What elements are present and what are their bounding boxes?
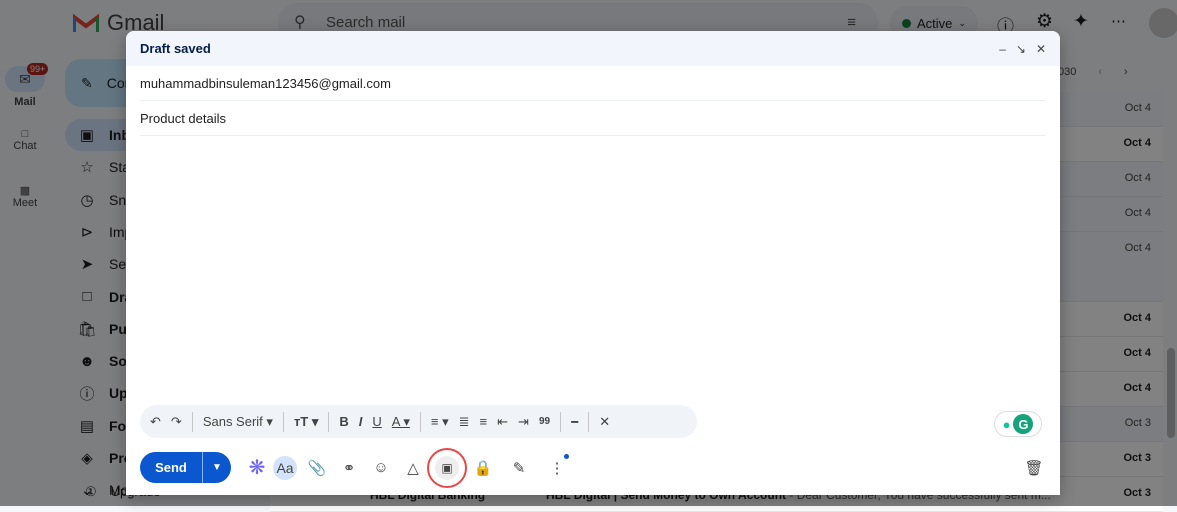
compose-header[interactable]: Draft saved – ↘ ✕	[126, 31, 1060, 66]
recipient-chip[interactable]: muhammadbinsuleman123456@gmail.com	[140, 76, 391, 91]
font-size-icon[interactable]: ᴛT ▾	[294, 414, 318, 430]
compose-dialog: Draft saved – ↘ ✕ muhammadbinsuleman1234…	[126, 31, 1060, 495]
minimize-icon[interactable]: –	[999, 42, 1006, 56]
link-icon[interactable]: ⚭	[337, 456, 361, 480]
numbered-list-icon[interactable]: ≣	[459, 414, 470, 430]
message-body[interactable]	[140, 141, 1046, 396]
confidential-mode-icon[interactable]: 🔒	[471, 456, 495, 480]
formatting-options-button[interactable]: Aa	[273, 455, 297, 480]
gemini-writer-icon[interactable]: ❋	[245, 456, 269, 480]
exit-fullscreen-icon[interactable]: ↘	[1016, 42, 1026, 56]
quote-icon[interactable]: 99	[539, 416, 550, 427]
attach-icon[interactable]: 📎	[305, 456, 329, 480]
redo-icon[interactable]: ↷	[171, 414, 182, 430]
more-options-icon[interactable]: ⋮	[545, 453, 569, 480]
formatting-toolbar: ↶ ↷ Sans Serif ▾ ᴛT ▾ B I U A ▾ ≡ ▾ ≣ ≡ …	[140, 405, 697, 438]
schedule-send-dropdown[interactable]: ▼	[203, 452, 231, 483]
signature-icon[interactable]: ✎	[507, 456, 531, 480]
italic-icon[interactable]: I	[359, 414, 363, 429]
text-color-icon[interactable]: A ▾	[392, 414, 410, 430]
bulleted-list-icon[interactable]: ≡	[480, 414, 488, 429]
compose-actions: Send ▼ ❋ Aa 📎 ⚭ ☺ △ ▣ 🔒 ✎ ⋮ 🗑	[140, 447, 1046, 488]
undo-icon[interactable]: ↶	[150, 414, 161, 430]
discard-draft-icon[interactable]: 🗑	[1022, 456, 1046, 480]
emoji-icon[interactable]: ☺	[369, 456, 393, 480]
font-name: Sans Serif	[202, 413, 263, 429]
close-icon[interactable]: ✕	[1036, 42, 1046, 56]
subject-value: Product details	[140, 110, 226, 126]
grammarly-icon: G	[1013, 414, 1034, 434]
bold-icon[interactable]: B	[339, 414, 348, 429]
to-field[interactable]: muhammadbinsuleman123456@gmail.com	[140, 66, 1046, 101]
align-icon[interactable]: ≡ ▾	[431, 414, 449, 430]
compose-title: Draft saved	[140, 41, 211, 56]
indent-less-icon[interactable]: ⇤	[497, 414, 508, 430]
subject-field[interactable]: Product details	[140, 101, 1046, 136]
lightbulb-icon: ●	[1002, 416, 1011, 432]
drive-icon[interactable]: △	[401, 456, 425, 480]
strikethrough-icon[interactable]: ‒	[571, 414, 578, 429]
notification-dot	[564, 453, 569, 459]
send-button[interactable]: Send	[140, 452, 203, 483]
underline-icon[interactable]: U	[372, 414, 381, 429]
remove-formatting-icon[interactable]: ✕	[599, 414, 610, 430]
send-button-group: Send ▼	[140, 452, 231, 483]
font-select[interactable]: Sans Serif ▾	[203, 414, 273, 430]
insert-photo-icon[interactable]: ▣	[427, 447, 467, 488]
indent-more-icon[interactable]: ⇥	[518, 414, 529, 430]
grammarly-widget[interactable]: ● G	[994, 411, 1042, 437]
